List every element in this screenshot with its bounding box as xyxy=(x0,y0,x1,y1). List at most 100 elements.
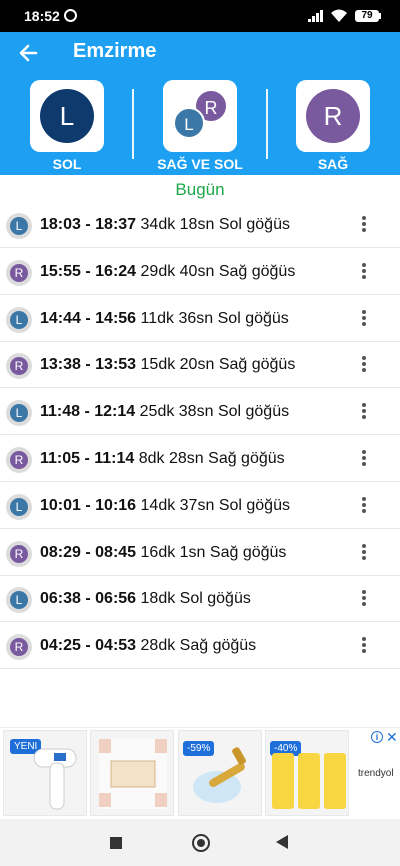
home-icon[interactable] xyxy=(192,834,210,852)
roller-image xyxy=(193,747,246,803)
session-time-range: 13:38 - 13:53 xyxy=(40,356,137,374)
session-row[interactable]: R 15:55 - 16:24 29dk 40sn Sağ göğüs xyxy=(0,249,400,295)
session-duration: 14dk 37sn xyxy=(140,496,215,514)
side-letter: L xyxy=(10,404,28,423)
session-time-range: 04:25 - 04:53 xyxy=(40,637,137,655)
ad-product-roller[interactable]: -59% xyxy=(178,730,262,816)
session-duration: 28dk xyxy=(140,637,176,655)
back-triangle-icon[interactable] xyxy=(276,835,288,849)
left-side-button[interactable]: L SOL xyxy=(12,78,122,173)
bottles-image xyxy=(272,753,346,809)
session-time-range: 06:38 - 06:56 xyxy=(40,590,137,608)
session-breast: Sol göğüs xyxy=(179,590,251,608)
session-breast: Sol göğüs xyxy=(217,403,290,421)
side-badge: R xyxy=(6,540,32,567)
thermometer-image xyxy=(33,748,77,810)
app-bar: Emzirme xyxy=(0,32,400,74)
session-breast: Sağ göğüs xyxy=(179,637,257,655)
session-duration: 8dk 28sn xyxy=(138,450,204,467)
battery-level: 79 xyxy=(355,10,379,22)
session-time-range: 18:03 - 18:37 xyxy=(40,216,137,233)
side-letter: R xyxy=(10,263,28,282)
more-options-icon[interactable] xyxy=(358,542,370,564)
side-letter: R xyxy=(10,544,28,563)
more-options-icon[interactable] xyxy=(358,401,370,423)
side-badge: R xyxy=(6,259,32,286)
session-duration: 11dk 36sn xyxy=(140,309,214,327)
session-time-range: 08:29 - 08:45 xyxy=(40,543,137,561)
more-options-icon[interactable] xyxy=(358,495,370,517)
session-duration: 16dk 1sn xyxy=(140,543,206,561)
left-side-tile[interactable]: L xyxy=(30,80,104,152)
side-letter: L xyxy=(10,217,28,235)
session-row[interactable]: L 11:48 - 12:14 25dk 38sn Sol göğüs xyxy=(0,389,400,436)
right-side-tile[interactable]: R xyxy=(296,80,370,152)
both-sides-tile[interactable]: R L xyxy=(163,80,237,152)
ad-product-thermometer[interactable]: YENI xyxy=(3,730,87,816)
session-text: 15:55 - 16:24 29dk 40sn Sağ göğüs xyxy=(40,263,295,281)
session-row[interactable]: R 08:29 - 08:45 16dk 1sn Sağ göğüs xyxy=(0,530,400,576)
session-time-range: 15:55 - 16:24 xyxy=(40,262,137,280)
session-row[interactable]: R 04:25 - 04:53 28dk Sağ göğüs xyxy=(0,623,400,670)
left-avatar-small: L xyxy=(173,107,205,139)
session-row[interactable]: L 10:01 - 10:16 14dk 37sn Sol göğüs xyxy=(0,483,400,529)
side-badge: L xyxy=(6,587,32,614)
wipes-image xyxy=(99,739,167,809)
ad-close-icon[interactable]: ✕ xyxy=(386,729,398,746)
session-duration: 15dk 20sn xyxy=(140,356,215,374)
session-time-range: 14:44 - 14:56 xyxy=(40,309,137,327)
battery-icon xyxy=(379,13,381,19)
divider xyxy=(266,89,268,159)
session-row[interactable]: R 13:38 - 13:53 15dk 20sn Sağ göğüs xyxy=(0,342,400,389)
ad-product-bottles[interactable]: -40% xyxy=(265,730,349,816)
recents-icon[interactable] xyxy=(110,837,122,849)
more-options-icon[interactable] xyxy=(358,588,370,610)
right-side-label: SAĞ xyxy=(317,156,349,172)
signal-icon xyxy=(308,10,323,22)
session-breast: Sol göğüs xyxy=(218,216,290,233)
session-text: 11:05 - 11:14 8dk 28sn Sağ göğüs xyxy=(40,450,285,468)
more-options-icon[interactable] xyxy=(358,635,370,657)
both-sides-button[interactable]: R L SAĞ VE SOL xyxy=(145,78,255,173)
more-options-icon[interactable] xyxy=(358,354,370,376)
ad-info-icon[interactable]: i xyxy=(371,731,383,743)
back-arrow-icon[interactable] xyxy=(14,38,44,68)
ad-brand: trendyol xyxy=(358,768,394,779)
status-time: 18:52 xyxy=(24,8,60,24)
ad-product-wipes[interactable] xyxy=(90,730,174,816)
session-text: 11:48 - 12:14 25dk 38sn Sol göğüs xyxy=(40,403,289,421)
session-duration: 29dk 40sn xyxy=(140,262,215,280)
session-text: 08:29 - 08:45 16dk 1sn Sağ göğüs xyxy=(40,544,286,562)
session-time-range: 11:05 - 11:14 xyxy=(40,450,135,467)
side-letter: L xyxy=(10,310,28,329)
ad-banner[interactable]: YENI -59% -40% i ✕ trendyol xyxy=(0,727,400,819)
session-breast: Sağ göğüs xyxy=(208,450,285,467)
more-options-icon[interactable] xyxy=(358,448,370,470)
session-duration: 34dk 18sn xyxy=(140,216,215,233)
status-bar: 18:52 79 xyxy=(0,0,400,32)
more-options-icon[interactable] xyxy=(358,214,370,236)
session-text: 14:44 - 14:56 11dk 36sn Sol göğüs xyxy=(40,310,289,328)
side-badge: L xyxy=(6,306,32,333)
session-time-range: 10:01 - 10:16 xyxy=(40,496,137,514)
side-badge: L xyxy=(6,400,32,427)
session-time-range: 11:48 - 12:14 xyxy=(40,403,136,421)
session-row[interactable]: L 06:38 - 06:56 18dk Sol göğüs xyxy=(0,576,400,623)
both-sides-label: SAĞ VE SOL xyxy=(157,156,243,172)
more-options-icon[interactable] xyxy=(358,261,370,283)
section-title: Bugün xyxy=(175,180,225,199)
side-badge: R xyxy=(6,353,32,380)
right-side-button[interactable]: R SAĞ xyxy=(278,78,388,173)
side-badge: R xyxy=(6,447,32,473)
session-row[interactable]: L 18:03 - 18:37 34dk 18sn Sol göğüs xyxy=(0,202,400,248)
system-nav-bar xyxy=(0,819,400,866)
left-avatar: L xyxy=(40,89,94,143)
session-row[interactable]: R 11:05 - 11:14 8dk 28sn Sağ göğüs xyxy=(0,436,400,482)
session-row[interactable]: L 14:44 - 14:56 11dk 36sn Sol göğüs xyxy=(0,296,400,342)
wifi-icon xyxy=(331,9,347,22)
more-options-icon[interactable] xyxy=(358,308,370,330)
session-breast: Sağ göğüs xyxy=(218,262,296,280)
session-text: 18:03 - 18:37 34dk 18sn Sol göğüs xyxy=(40,216,290,234)
left-side-label: SOL xyxy=(52,156,82,172)
session-text: 06:38 - 06:56 18dk Sol göğüs xyxy=(40,590,251,608)
